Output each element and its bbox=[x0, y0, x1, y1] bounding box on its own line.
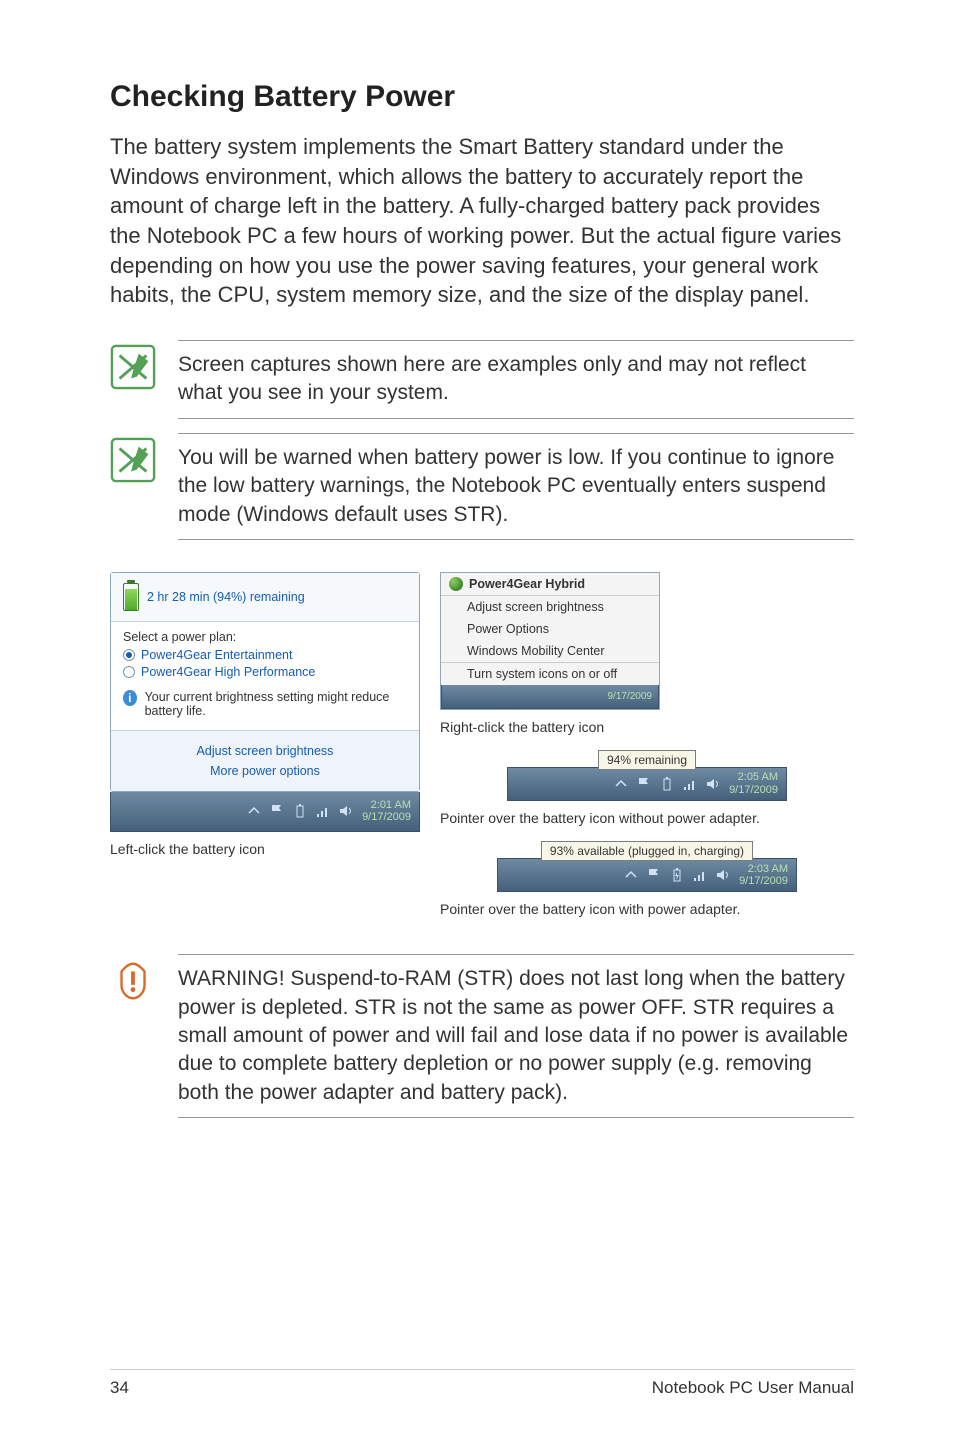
caption-tip1: Pointer over the battery icon without po… bbox=[440, 809, 854, 827]
caption-tip2: Pointer over the battery icon with power… bbox=[440, 900, 854, 918]
network-icon[interactable] bbox=[692, 867, 708, 883]
battery-icon bbox=[123, 583, 139, 611]
tip2-time: 2:03 AM bbox=[739, 863, 788, 876]
taskbar-tip2: 2:03 AM 9/17/2009 bbox=[497, 858, 797, 892]
warning-icon bbox=[110, 958, 156, 1004]
plan-option-entertainment[interactable]: Power4Gear Entertainment bbox=[123, 648, 407, 662]
chevron-up-icon[interactable] bbox=[246, 803, 262, 819]
clock-date: 9/17/2009 bbox=[362, 811, 411, 824]
info-icon: i bbox=[123, 690, 137, 706]
page-number: 34 bbox=[110, 1378, 129, 1398]
power4gear-icon bbox=[449, 577, 463, 591]
note-icon bbox=[110, 437, 156, 483]
radio-unselected-icon bbox=[123, 666, 135, 678]
plan-1-label: Power4Gear Entertainment bbox=[141, 648, 292, 662]
ctx-item-brightness[interactable]: Adjust screen brightness bbox=[441, 596, 659, 618]
tooltip-remaining: 94% remaining bbox=[598, 750, 696, 770]
plan-2-label: Power4Gear High Performance bbox=[141, 665, 315, 679]
caption-left: Left-click the battery icon bbox=[110, 840, 420, 858]
ctx-header: Power4Gear Hybrid bbox=[469, 577, 585, 591]
warning-note: WARNING! Suspend-to-RAM (STR) does not l… bbox=[110, 954, 854, 1118]
page-title: Checking Battery Power bbox=[110, 80, 854, 114]
flag-icon[interactable] bbox=[636, 776, 652, 792]
tip2-date: 9/17/2009 bbox=[739, 875, 788, 888]
tip1-time: 2:05 AM bbox=[729, 771, 778, 784]
speaker-icon[interactable] bbox=[705, 776, 721, 792]
taskbar: 2:01 AM 9/17/2009 bbox=[110, 792, 420, 832]
plan-label: Select a power plan: bbox=[123, 630, 407, 644]
flag-icon[interactable] bbox=[269, 803, 285, 819]
brightness-info-text: Your current brightness setting might re… bbox=[145, 690, 407, 718]
ctx-item-power-options[interactable]: Power Options bbox=[441, 618, 659, 640]
speaker-icon[interactable] bbox=[715, 867, 731, 883]
plan-option-high-performance[interactable]: Power4Gear High Performance bbox=[123, 665, 407, 679]
footer-label: Notebook PC User Manual bbox=[652, 1378, 854, 1398]
ctx-item-mobility-center[interactable]: Windows Mobility Center bbox=[441, 640, 659, 662]
chevron-up-icon[interactable] bbox=[623, 867, 639, 883]
note-2: You will be warned when battery power is… bbox=[110, 433, 854, 540]
network-icon[interactable] bbox=[315, 803, 331, 819]
battery-remaining-text: 2 hr 28 min (94%) remaining bbox=[147, 590, 305, 604]
note-1: Screen captures shown here are examples … bbox=[110, 340, 854, 419]
caption-ctx: Right-click the battery icon bbox=[440, 718, 854, 736]
note-1-text: Screen captures shown here are examples … bbox=[178, 340, 854, 419]
ctx-mini-date: 9/17/2009 bbox=[608, 691, 653, 702]
radio-selected-icon bbox=[123, 649, 135, 661]
tip1-date: 9/17/2009 bbox=[729, 784, 778, 797]
link-more-power-options[interactable]: More power options bbox=[123, 761, 407, 781]
page-footer: 34 Notebook PC User Manual bbox=[110, 1369, 854, 1398]
taskbar-tip1: 2:05 AM 9/17/2009 bbox=[507, 767, 787, 801]
link-adjust-brightness[interactable]: Adjust screen brightness bbox=[123, 741, 407, 761]
note-icon bbox=[110, 344, 156, 390]
ctx-item-system-icons[interactable]: Turn system icons on or off bbox=[441, 662, 659, 685]
battery-popup: 2 hr 28 min (94%) remaining Select a pow… bbox=[110, 572, 420, 792]
tooltip-charging: 93% available (plugged in, charging) bbox=[541, 841, 753, 861]
battery-charging-icon[interactable] bbox=[669, 867, 685, 883]
note-2-text: You will be warned when battery power is… bbox=[178, 433, 854, 540]
speaker-icon[interactable] bbox=[338, 803, 354, 819]
clock-time: 2:01 AM bbox=[362, 799, 411, 812]
warning-text: WARNING! Suspend-to-RAM (STR) does not l… bbox=[178, 954, 854, 1118]
battery-context-menu: Power4Gear Hybrid Adjust screen brightne… bbox=[440, 572, 660, 710]
battery-tray-icon[interactable] bbox=[659, 776, 675, 792]
flag-icon[interactable] bbox=[646, 867, 662, 883]
chevron-up-icon[interactable] bbox=[613, 776, 629, 792]
intro-paragraph: The battery system implements the Smart … bbox=[110, 132, 854, 310]
battery-tray-icon[interactable] bbox=[292, 803, 308, 819]
network-icon[interactable] bbox=[682, 776, 698, 792]
